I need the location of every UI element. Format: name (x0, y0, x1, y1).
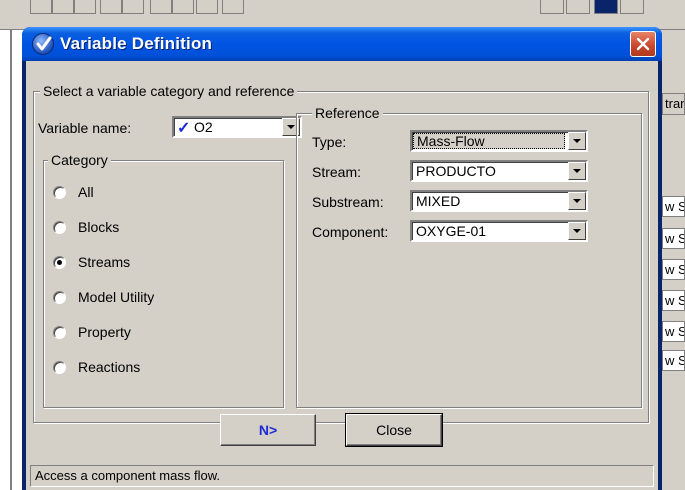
chevron-down-icon[interactable] (568, 132, 586, 150)
toolbar-button[interactable] (52, 0, 74, 14)
stream-combo[interactable]: PRODUCTO (410, 160, 588, 182)
background-cell[interactable]: w S (662, 290, 685, 311)
dialog-client-area: Select a variable category and reference… (26, 61, 658, 490)
stream-value: PRODUCTO (416, 163, 496, 179)
toolbar-button[interactable] (122, 0, 144, 14)
radio-button[interactable] (53, 326, 66, 339)
radio-option-reactions[interactable]: Reactions (53, 358, 253, 378)
radio-button[interactable] (53, 186, 66, 199)
variable-name-combo[interactable]: ✓ O2 (172, 116, 302, 138)
toolbar-button[interactable] (74, 0, 96, 14)
variable-name-value: O2 (194, 119, 213, 135)
type-combo[interactable]: Mass-Flow (410, 130, 588, 152)
dialog-titlebar[interactable]: Variable Definition (22, 27, 662, 61)
status-bar: Access a component mass flow. (30, 465, 654, 487)
next-button[interactable]: N> (220, 414, 316, 446)
checkmark-icon: ✓ (177, 120, 191, 137)
radio-option-streams[interactable]: Streams (53, 253, 253, 273)
toolbar-button[interactable] (196, 0, 218, 14)
toolbar-button[interactable] (30, 0, 52, 14)
stream-label: Stream: (312, 164, 362, 180)
radio-option-all[interactable]: All (53, 183, 253, 203)
category-group-title: Category (48, 152, 111, 168)
type-label: Type: (312, 134, 347, 150)
component-combo[interactable]: OXYGE-01 (410, 220, 588, 242)
toolbar-button[interactable] (594, 0, 618, 14)
radio-button[interactable] (53, 256, 66, 269)
reference-group (296, 113, 642, 408)
background-cell[interactable]: w S (662, 196, 685, 217)
checkmark-icon (32, 33, 54, 55)
radio-button[interactable] (53, 221, 66, 234)
toolbar-button[interactable] (620, 0, 644, 14)
close-icon (636, 37, 650, 51)
toolbar-button[interactable] (100, 0, 122, 14)
dialog-title: Variable Definition (60, 34, 213, 53)
component-label: Component: (312, 224, 389, 240)
background-cell[interactable]: w S (662, 228, 685, 249)
substream-value: MIXED (416, 193, 461, 209)
chevron-down-icon[interactable] (568, 162, 586, 180)
toolbar-button[interactable] (222, 0, 244, 14)
background-cell[interactable]: w S (662, 259, 685, 280)
toolbar-button[interactable] (150, 0, 172, 14)
radio-button[interactable] (53, 291, 66, 304)
radio-option-blocks[interactable]: Blocks (53, 218, 253, 238)
close-button[interactable]: Close (345, 413, 443, 447)
chevron-down-icon[interactable] (568, 192, 586, 210)
variable-definition-dialog: Variable Definition Select a variable ca… (22, 27, 662, 490)
close-window-button[interactable] (630, 31, 656, 57)
component-value: OXYGE-01 (416, 223, 487, 239)
radio-option-property[interactable]: Property (53, 323, 253, 343)
radio-button[interactable] (53, 361, 66, 374)
toolbar-button[interactable] (540, 0, 564, 14)
variable-name-label: Variable name: (38, 120, 132, 136)
variable-selection-group-title: Select a variable category and reference (40, 83, 298, 99)
background-cell[interactable]: w S (662, 321, 685, 342)
reference-group-title: Reference (312, 105, 383, 121)
next-arrow-icon: N> (258, 422, 278, 438)
toolbar-button[interactable] (172, 0, 194, 14)
substream-label: Substream: (312, 194, 384, 210)
toolbar-button[interactable] (566, 0, 590, 14)
chevron-down-icon[interactable] (568, 222, 586, 240)
substream-combo[interactable]: MIXED (410, 190, 588, 212)
background-cell[interactable]: w S (662, 350, 685, 371)
background-column-header: tran (662, 93, 685, 115)
background-toolbar (0, 0, 685, 30)
type-value: Mass-Flow (413, 133, 565, 149)
radio-option-model-utility[interactable]: Model Utility (53, 288, 253, 308)
